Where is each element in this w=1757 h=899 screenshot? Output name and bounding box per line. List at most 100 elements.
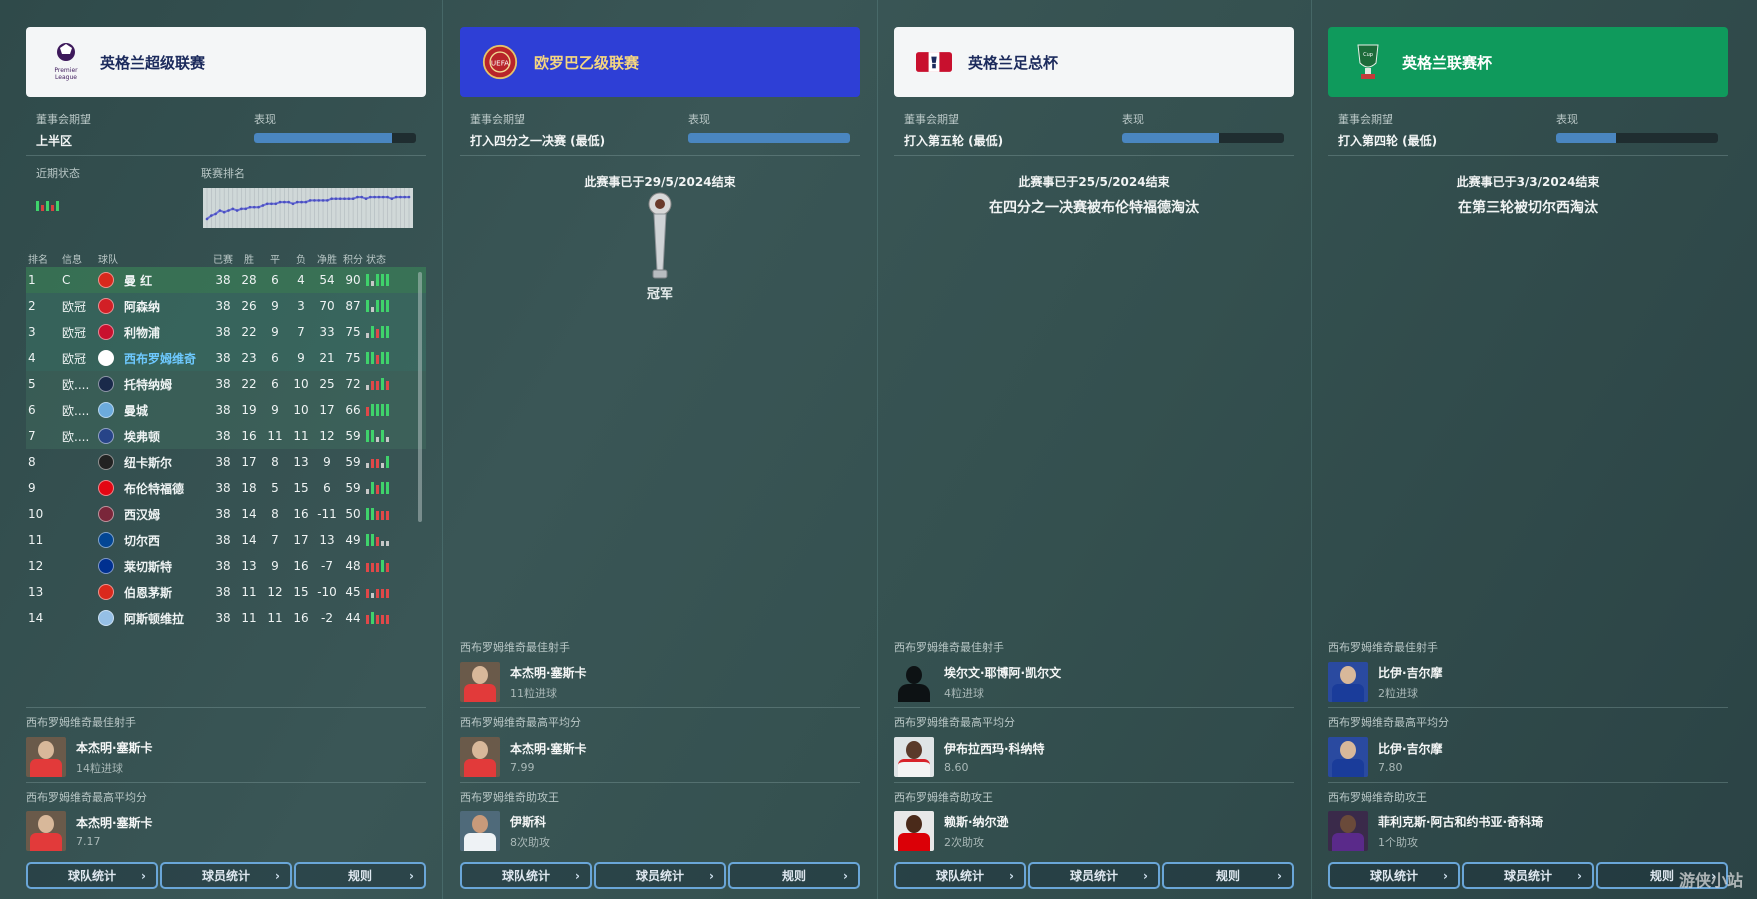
stat-cell: 38 (215, 429, 231, 443)
table-row[interactable]: 7 欧.... 埃弗顿 38 16 11 11 12 59 (26, 423, 426, 449)
competition-header[interactable]: Cup 英格兰联赛杯 (1328, 27, 1728, 97)
trophy-icon[interactable] (646, 192, 674, 284)
competition-end-message: 此赛事已于29/5/2024结束 (584, 175, 736, 189)
table-row[interactable]: 11 切尔西 38 14 7 17 13 49 (26, 527, 426, 553)
table-row[interactable]: 12 莱切斯特 38 13 9 16 -7 48 (26, 553, 426, 579)
table-row[interactable]: 1 C 曼 红 38 28 6 4 54 90 (26, 267, 426, 293)
team-name[interactable]: 曼城 (124, 397, 210, 423)
team-name[interactable]: 西汉姆 (124, 501, 210, 527)
stat-cell: 14 (241, 507, 257, 521)
rules-button[interactable]: 规则 › (294, 862, 426, 889)
player-name[interactable]: 菲利克斯·阿古和约书亚·奇科琦 (1378, 813, 1543, 830)
player-name[interactable]: 比伊·吉尔摩 (1378, 740, 1443, 757)
top-scorer-card[interactable]: 比伊·吉尔摩 2粒进球 (1328, 660, 1728, 704)
table-row[interactable]: 13 伯恩茅斯 38 11 12 15 -10 45 (26, 579, 426, 605)
table-scrollbar[interactable] (418, 272, 422, 522)
top-rating-card[interactable]: 本杰明·塞斯卡 7.99 (460, 735, 860, 779)
team-name[interactable]: 阿森纳 (124, 293, 210, 319)
table-header[interactable]: 球队 (98, 249, 124, 267)
player-stat: 7.17 (76, 835, 101, 848)
team-name[interactable]: 西布罗姆维奇 (124, 345, 210, 371)
top-scorer-card[interactable]: 埃尔文·耶博阿·凯尔文 4粒进球 (894, 660, 1294, 704)
player-stats-button[interactable]: 球员统计 › (1462, 862, 1594, 889)
rank-point (274, 202, 278, 206)
team-stats-button[interactable]: 球队统计 › (460, 862, 592, 889)
chevron-right-icon: › (843, 868, 848, 883)
top-scorer-card[interactable]: 本杰明·塞斯卡 14粒进球 (26, 735, 426, 779)
team-name[interactable]: 纽卡斯尔 (124, 449, 210, 475)
table-row[interactable]: 4 欧冠 西布罗姆维奇 38 23 6 9 21 75 (26, 345, 426, 371)
top-assists-card[interactable]: 伊斯科 8次助攻 (460, 809, 860, 853)
team-name[interactable]: 莱切斯特 (124, 553, 210, 579)
player-name[interactable]: 本杰明·塞斯卡 (510, 740, 587, 757)
player-name[interactable]: 比伊·吉尔摩 (1378, 664, 1443, 681)
rank-point (244, 207, 247, 211)
top-scorer-card[interactable]: 本杰明·塞斯卡 11粒进球 (460, 660, 860, 704)
table-header[interactable]: 净胜 (314, 249, 340, 267)
top-rating-card[interactable]: 伊布拉西玛·科纳特 8.60 (894, 735, 1294, 779)
top-rating-card[interactable]: 本杰明·塞斯卡 7.17 (26, 809, 426, 853)
rules-button[interactable]: 规则 › (728, 862, 860, 889)
competition-header[interactable]: UEFA 欧罗巴乙级联赛 (460, 27, 860, 97)
team-stats-button[interactable]: 球队统计 › (1328, 862, 1460, 889)
chevron-right-icon: › (709, 868, 714, 883)
top-assists-card[interactable]: 菲利克斯·阿古和约书亚·奇科琦 1个助攻 (1328, 809, 1728, 853)
player-name[interactable]: 伊布拉西玛·科纳特 (944, 740, 1045, 757)
table-header[interactable]: 平 (262, 249, 288, 267)
player-name[interactable]: 本杰明·塞斯卡 (76, 739, 153, 756)
table-row[interactable]: 3 欧冠 利物浦 38 22 9 7 33 75 (26, 319, 426, 345)
position-cell: 2 (28, 299, 36, 313)
player-name[interactable]: 本杰明·塞斯卡 (76, 814, 153, 831)
table-header[interactable]: 状态 (366, 249, 426, 267)
player-stats-button[interactable]: 球员统计 › (594, 862, 726, 889)
position-cell: 5 (28, 377, 36, 391)
table-row[interactable]: 10 西汉姆 38 14 8 16 -11 50 (26, 501, 426, 527)
table-header[interactable]: 积分 (340, 249, 366, 267)
team-name[interactable]: 伯恩茅斯 (124, 579, 210, 605)
rules-button[interactable]: 规则 › (1162, 862, 1294, 889)
team-stats-button[interactable]: 球队统计 › (894, 862, 1026, 889)
team-name[interactable]: 曼 红 (124, 267, 210, 293)
table-row[interactable]: 14 阿斯顿维拉 38 11 11 16 -2 44 (26, 605, 426, 631)
team-name[interactable]: 托特纳姆 (124, 371, 210, 397)
table-row[interactable]: 8 纽卡斯尔 38 17 8 13 9 59 (26, 449, 426, 475)
table-header[interactable]: 已赛 (210, 249, 236, 267)
stat-cell: 59 (345, 455, 361, 469)
rank-point (394, 195, 398, 199)
player-name[interactable]: 本杰明·塞斯卡 (510, 664, 587, 681)
team-name[interactable]: 阿斯顿维拉 (124, 605, 210, 631)
top-rating-card[interactable]: 比伊·吉尔摩 7.80 (1328, 735, 1728, 779)
stat-cell: 15 (293, 481, 309, 495)
stat-cell: -10 (317, 585, 337, 599)
player-stats-button[interactable]: 球员统计 › (160, 862, 292, 889)
team-name[interactable]: 布伦特福德 (124, 475, 210, 501)
table-header[interactable]: 排名 (26, 249, 62, 267)
player-name[interactable]: 伊斯科 (510, 813, 550, 830)
top-assists-card[interactable]: 赖斯·纳尔逊 2次助攻 (894, 809, 1294, 853)
table-header[interactable]: 信息 (62, 249, 98, 267)
table-row[interactable]: 5 欧.... 托特纳姆 38 22 6 10 25 72 (26, 371, 426, 397)
table-header[interactable]: 负 (288, 249, 314, 267)
table-row[interactable]: 9 布伦特福德 38 18 5 15 6 59 (26, 475, 426, 501)
chevron-right-icon: › (1577, 868, 1582, 883)
player-avatar (460, 737, 500, 777)
team-name[interactable]: 埃弗顿 (124, 423, 210, 449)
competition-header[interactable]: Premier League 英格兰超级联赛 (26, 27, 426, 97)
team-name[interactable]: 利物浦 (124, 319, 210, 345)
player-name[interactable]: 埃尔文·耶博阿·凯尔文 (944, 664, 1061, 681)
player-name[interactable]: 赖斯·纳尔逊 (944, 813, 1009, 830)
competition-header[interactable]: 英格兰足总杯 (894, 27, 1294, 97)
team-stats-button[interactable]: 球队统计 › (26, 862, 158, 889)
stat-cell: 38 (215, 273, 231, 287)
player-stats-button[interactable]: 球员统计 › (1028, 862, 1160, 889)
team-name[interactable]: 切尔西 (124, 527, 210, 553)
stat-cell: 6 (271, 351, 279, 365)
table-row[interactable]: 6 欧.... 曼城 38 19 9 10 17 66 (26, 397, 426, 423)
rank-point (386, 195, 389, 199)
position-cell: 10 (28, 507, 44, 521)
player-avatar (460, 811, 500, 851)
table-header[interactable]: 胜 (236, 249, 262, 267)
team-crest-icon (98, 272, 114, 288)
table-row[interactable]: 2 欧冠 阿森纳 38 26 9 3 70 87 (26, 293, 426, 319)
stat-cell: 75 (345, 325, 361, 339)
